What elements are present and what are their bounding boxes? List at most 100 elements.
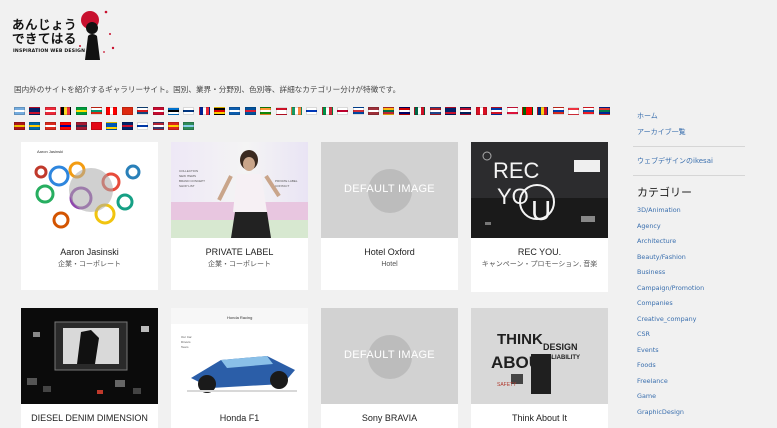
card-title[interactable]: Aaron Jasinski <box>21 247 158 258</box>
flag-china-icon[interactable] <box>121 107 133 115</box>
category-link[interactable]: Freelance <box>637 374 777 390</box>
flag-new-zealand-icon[interactable] <box>444 107 456 115</box>
category-link[interactable]: 3D/Animation <box>637 203 777 219</box>
flag-australia-icon[interactable] <box>29 107 41 115</box>
site-logo[interactable]: あんじょう できてはる INSPIRATION WEB DESIGN <box>12 6 142 68</box>
flag-norway-icon[interactable] <box>460 107 472 115</box>
sidebar-link-ikesai[interactable]: ウェブデザインのikesai <box>637 153 777 169</box>
flag-india-icon[interactable] <box>260 107 272 115</box>
flag-russia-icon[interactable] <box>552 107 564 115</box>
card-thumbnail[interactable]: THINK ABOUT DESIGN RELIABILITY SAFETY <box>471 308 608 404</box>
card-title[interactable]: REC YOU. <box>471 247 608 258</box>
flag-usa-icon[interactable] <box>152 122 164 130</box>
sidebar-link-archive[interactable]: アーカイブ一覧 <box>637 124 777 140</box>
flag-estonia-icon[interactable] <box>167 107 179 115</box>
card-thumbnail[interactable]: DEFAULT IMAGE <box>321 308 458 404</box>
flag-japan-icon[interactable] <box>337 107 349 115</box>
card-title[interactable]: Think About It <box>471 413 608 424</box>
flag-romania-icon[interactable] <box>537 107 549 115</box>
flag-south-africa-icon[interactable] <box>598 107 610 115</box>
gallery-card[interactable]: COLLECTION NEW ITEMS BRAND CONCEPT SHOP LI… <box>171 142 308 290</box>
category-link[interactable]: Foods <box>637 358 777 374</box>
flag-thailand-icon[interactable] <box>75 122 87 130</box>
category-link[interactable]: Game <box>637 389 777 405</box>
flag-portugal-icon[interactable] <box>521 107 533 115</box>
fashion-model-image: COLLECTIONNEW ITEMS BRAND CONCEPTSHOP LI… <box>171 150 308 238</box>
category-link[interactable]: Architecture <box>637 234 777 250</box>
flag-slovakia-icon[interactable] <box>583 107 595 115</box>
category-link[interactable]: CSR <box>637 327 777 343</box>
flag-belgium-icon[interactable] <box>60 107 72 115</box>
card-thumbnail[interactable]: COLLECTION NEW ITEMS BRAND CONCEPT SHOP LI… <box>171 142 308 238</box>
flag-world-icon[interactable] <box>183 122 195 130</box>
category-link[interactable]: Creative_company <box>637 312 777 328</box>
card-thumbnail[interactable] <box>21 308 158 404</box>
flag-peru-icon[interactable] <box>475 107 487 115</box>
category-link[interactable]: Companies <box>637 296 777 312</box>
category-link[interactable]: Beauty/Fashion <box>637 250 777 266</box>
card-thumbnail[interactable]: REC YO U <box>471 142 608 238</box>
flag-iceland-icon[interactable] <box>244 107 256 115</box>
card-category[interactable]: キャンペーン・プロモーション, 音楽 <box>471 260 608 270</box>
card-title[interactable]: Honda F1 <box>171 413 308 424</box>
flag-france-icon[interactable] <box>198 107 210 115</box>
flag-taiwan-icon[interactable] <box>60 122 72 130</box>
flag-singapore-icon[interactable] <box>568 107 580 115</box>
flag-netherlands-icon[interactable] <box>429 107 441 115</box>
flag-uruguay-icon[interactable] <box>137 122 149 130</box>
gallery-card[interactable]: THINK ABOUT DESIGN RELIABILITY SAFETY Th… <box>471 308 608 428</box>
card-category[interactable]: Hotel <box>321 260 458 270</box>
gallery-card[interactable]: REC YO U REC YOU. キャンペーン・プロモーション, 音楽 <box>471 142 608 292</box>
category-link[interactable]: Business <box>637 265 777 281</box>
flag-uk-icon[interactable] <box>121 122 133 130</box>
flag-ireland-icon[interactable] <box>291 107 303 115</box>
flag-bulgaria-icon[interactable] <box>90 107 102 115</box>
flag-israel-icon[interactable] <box>306 107 318 115</box>
card-thumbnail[interactable]: Honda Racing Our Car Drivers Team <box>171 308 308 404</box>
flag-latvia-icon[interactable] <box>367 107 379 115</box>
flag-sweden-icon[interactable] <box>29 122 41 130</box>
card-title[interactable]: Sony BRAVIA <box>321 413 458 424</box>
category-link[interactable]: Agency <box>637 219 777 235</box>
category-link[interactable]: Events <box>637 343 777 359</box>
gallery-card[interactable]: DEFAULT IMAGE Sony BRAVIA <box>321 308 458 428</box>
flag-lithuania-icon[interactable] <box>383 107 395 115</box>
gallery-card[interactable]: Honda Racing Our Car Drivers Team Honda F1 <box>171 308 308 428</box>
category-link[interactable]: GraphicDesign <box>637 405 777 421</box>
gallery-card[interactable]: DIESEL DENIM DIMENSION <box>21 308 158 428</box>
flag-malaysia-icon[interactable] <box>398 107 410 115</box>
flag-finland-icon[interactable] <box>183 107 195 115</box>
flag-argentina-icon[interactable] <box>14 107 25 115</box>
flag-indonesia-icon[interactable] <box>275 107 287 115</box>
flag-poland-icon[interactable] <box>506 107 518 115</box>
gallery-card[interactable]: DEFAULT IMAGE Hotel Oxford Hotel <box>321 142 458 290</box>
flag-switzerland-icon[interactable] <box>44 122 56 130</box>
card-title[interactable]: DIESEL DENIM DIMENSION <box>21 413 158 424</box>
flag-korea-icon[interactable] <box>352 107 364 115</box>
flag-spain-icon[interactable] <box>14 122 25 130</box>
flag-denmark-icon[interactable] <box>152 107 164 115</box>
sidebar-divider <box>633 146 745 147</box>
flag-germany-icon[interactable] <box>214 107 226 115</box>
sidebar-link-home[interactable]: ホーム <box>637 108 777 124</box>
flag-ukraine-icon[interactable] <box>106 122 118 130</box>
card-title[interactable]: Hotel Oxford <box>321 247 458 258</box>
flag-philippines-icon[interactable] <box>491 107 503 115</box>
card-thumbnail[interactable]: DEFAULT IMAGE <box>321 142 458 238</box>
card-category[interactable]: 企業・コーポレート <box>171 260 308 270</box>
flag-canada-icon[interactable] <box>106 107 118 115</box>
gallery-card[interactable]: Aaron Jasinski Aaron Jasinski 企業・コーポレート <box>21 142 158 290</box>
card-title[interactable]: PRIVATE LABEL <box>171 247 308 258</box>
flag-italy-icon[interactable] <box>321 107 333 115</box>
flag-turkey-icon[interactable] <box>90 122 102 130</box>
card-thumbnail[interactable]: Aaron Jasinski <box>21 142 158 238</box>
svg-text:COLLECTION: COLLECTION <box>179 169 198 173</box>
card-category[interactable]: 企業・コーポレート <box>21 260 158 270</box>
flag-greece-icon[interactable] <box>229 107 241 115</box>
flag-czech-icon[interactable] <box>137 107 149 115</box>
flag-brazil-icon[interactable] <box>75 107 87 115</box>
flag-austria-icon[interactable] <box>44 107 56 115</box>
flag-mexico-icon[interactable] <box>414 107 426 115</box>
flag-vietnam-icon[interactable] <box>167 122 179 130</box>
category-link[interactable]: Campaign/Promotion <box>637 281 777 297</box>
